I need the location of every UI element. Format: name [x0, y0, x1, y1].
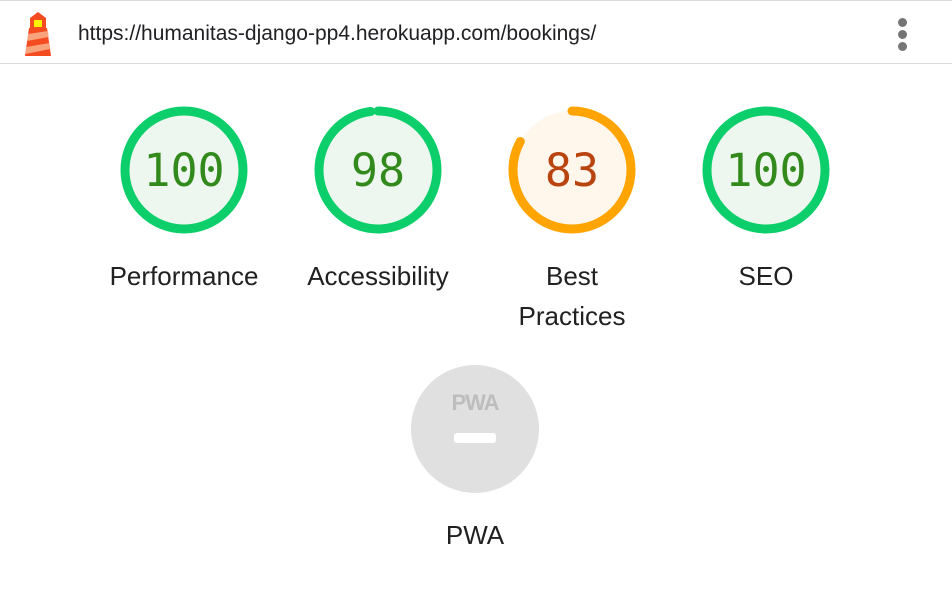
more-options-icon[interactable]	[893, 16, 913, 52]
performance-gauge-ring: 100	[120, 106, 248, 234]
gauge-seo[interactable]: 100 SEO	[666, 106, 866, 296]
gauge-score: 98	[350, 143, 406, 197]
report-url[interactable]: https://humanitas-django-pp4.herokuapp.c…	[78, 20, 596, 48]
pwa-badge: PWA	[411, 365, 539, 493]
gauge-performance[interactable]: 100 Performance	[84, 106, 284, 296]
gauge-label-performance: Performance	[109, 261, 259, 291]
best-practices-gauge-ring: 83	[508, 106, 636, 234]
gauge-best-practices[interactable]: 83 Best Practices	[472, 106, 672, 336]
gauge-score: 100	[143, 143, 225, 197]
gauge-accessibility[interactable]: 98 Accessibility	[278, 106, 478, 296]
gauge-score: 100	[725, 143, 807, 197]
gauge-label-best-practices-line1: Best	[545, 261, 599, 291]
gauge-label-best-practices-line2: Practices	[518, 301, 626, 331]
seo-gauge-ring: 100	[702, 106, 830, 234]
gauge-label-best-practices: Best Practices	[472, 256, 672, 336]
pwa-badge-icon: PWA	[411, 365, 539, 493]
gauge-pwa[interactable]: PWA PWA	[375, 365, 575, 555]
accessibility-gauge-ring: 98	[314, 106, 442, 234]
gauge-label-accessibility: Accessibility	[307, 261, 449, 291]
gauge-label-pwa: PWA	[445, 520, 505, 550]
report-topbar: https://humanitas-django-pp4.herokuapp.c…	[0, 0, 952, 64]
gauge-score: 83	[544, 143, 600, 197]
lighthouse-logo-icon	[25, 12, 51, 56]
pwa-badge-text: PWA	[451, 390, 499, 415]
gauge-label-seo: SEO	[738, 261, 794, 291]
